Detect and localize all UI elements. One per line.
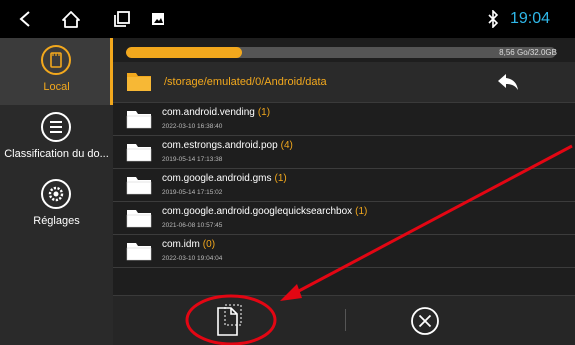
list-item[interactable]: com.google.android.gms (1) 2019-05-14 17:… bbox=[113, 169, 575, 202]
list-item[interactable]: com.estrongs.android.pop (4) 2019-05-14 1… bbox=[113, 136, 575, 169]
sidebar-item-label: Local bbox=[43, 81, 70, 93]
new-file-icon[interactable] bbox=[209, 303, 245, 339]
toolbar-divider bbox=[345, 309, 346, 331]
folder-icon bbox=[126, 208, 152, 228]
storage-bar bbox=[126, 47, 556, 58]
file-list: com.android.vending (1) 2022-03-10 16:38:… bbox=[113, 103, 575, 268]
item-count: (1) bbox=[355, 206, 368, 217]
file-name: com.estrongs.android.pop (4) bbox=[162, 140, 293, 151]
folder-icon bbox=[126, 70, 152, 92]
list-item[interactable]: com.android.vending (1) 2022-03-10 16:38:… bbox=[113, 103, 575, 136]
image-icon bbox=[148, 0, 168, 38]
sidebar: Local Classification du do... Réglages bbox=[0, 38, 113, 345]
folder-icon bbox=[126, 241, 152, 261]
storage-text: 8,56 Go/32.0GB bbox=[499, 48, 557, 57]
recent-apps-icon[interactable] bbox=[110, 0, 134, 38]
sidebar-item-label: Classification du do... bbox=[4, 148, 109, 160]
home-icon[interactable] bbox=[58, 0, 84, 38]
back-icon[interactable] bbox=[12, 0, 38, 38]
folder-icon bbox=[126, 109, 152, 129]
file-name: com.android.vending (1) bbox=[162, 107, 271, 118]
list-icon bbox=[40, 111, 72, 143]
sd-card-icon bbox=[40, 44, 72, 76]
cancel-icon[interactable] bbox=[409, 305, 441, 337]
current-path: /storage/emulated/0/Android/data bbox=[164, 76, 327, 88]
file-name: com.idm (0) bbox=[162, 239, 216, 250]
file-date: 2019-05-14 17:15:02 bbox=[162, 189, 223, 196]
list-item[interactable]: com.google.android.googlequicksearchbox(… bbox=[113, 202, 575, 235]
file-name: com.google.android.gms (1) bbox=[162, 173, 287, 184]
path-bar: /storage/emulated/0/Android/data bbox=[113, 62, 575, 103]
file-browser: 8,56 Go/32.0GB /storage/emulated/0/Andro… bbox=[113, 38, 575, 295]
status-bar: 19:04 bbox=[0, 0, 575, 38]
bluetooth-icon bbox=[483, 0, 503, 38]
sidebar-item-settings[interactable]: Réglages bbox=[0, 172, 113, 239]
back-arrow-icon[interactable] bbox=[496, 72, 520, 92]
list-item[interactable]: com.idm (0) 2022-03-10 19:04:04 bbox=[113, 235, 575, 268]
file-name: com.google.android.googlequicksearchbox(… bbox=[162, 206, 368, 217]
file-date: 2019-05-14 17:13:38 bbox=[162, 156, 223, 163]
file-date: 2021-06-08 10:57:45 bbox=[162, 222, 223, 229]
file-date: 2022-03-10 16:38:40 bbox=[162, 123, 223, 130]
item-count: (1) bbox=[257, 107, 271, 118]
bottom-toolbar bbox=[113, 295, 575, 345]
item-count: (1) bbox=[274, 173, 287, 184]
clock: 19:04 bbox=[510, 10, 551, 27]
file-date: 2022-03-10 19:04:04 bbox=[162, 255, 223, 262]
sidebar-item-label: Réglages bbox=[33, 215, 80, 227]
storage-bar-fill bbox=[126, 47, 243, 58]
folder-icon bbox=[126, 142, 152, 162]
folder-icon bbox=[126, 175, 152, 195]
item-count: (4) bbox=[280, 140, 293, 151]
sidebar-item-local[interactable]: Local bbox=[0, 38, 113, 105]
sidebar-item-classification[interactable]: Classification du do... bbox=[0, 105, 113, 172]
item-count: (0) bbox=[202, 239, 216, 250]
settings-icon bbox=[40, 178, 72, 210]
